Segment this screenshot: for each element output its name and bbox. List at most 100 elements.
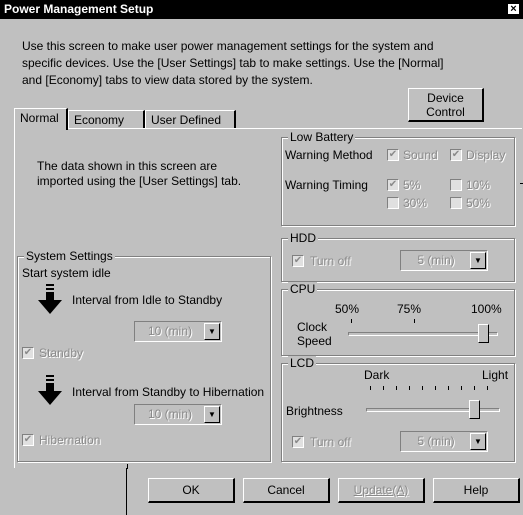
tab-normal-label: Normal xyxy=(20,111,59,125)
brightness-tick xyxy=(370,386,371,390)
ok-button[interactable]: OK xyxy=(148,478,235,503)
hdd-title: HDD xyxy=(288,231,318,245)
help-button[interactable]: Help xyxy=(433,478,520,503)
divider-line xyxy=(126,468,127,515)
update-button-label: Update(A) xyxy=(353,483,409,497)
sound-label: Sound xyxy=(403,148,438,162)
brightness-tick xyxy=(409,386,410,390)
tab-user-defined-label: User Defined xyxy=(151,113,222,127)
intro-line-1: Use this screen to make user power manag… xyxy=(22,39,434,53)
warning-timing-label: Warning Timing xyxy=(285,178,368,192)
timing-50-checkbox[interactable] xyxy=(450,197,462,209)
brightness-tick xyxy=(461,386,462,390)
standby-interval-dropdown[interactable]: 10 (min) ▼ xyxy=(134,321,222,342)
system-settings-group: System Settings Start system idle Interv… xyxy=(17,249,271,462)
display-label: Display xyxy=(466,148,506,162)
intro-line-3: and [Economy] tabs to view data stored b… xyxy=(22,73,313,87)
brightness-tick xyxy=(474,386,475,390)
brightness-ticks xyxy=(370,386,495,390)
timing-30-label: 30% xyxy=(403,196,428,210)
brightness-tick xyxy=(396,386,397,390)
info-text-line-1: The data shown in this screen are xyxy=(37,159,218,173)
chevron-down-icon[interactable]: ▼ xyxy=(470,433,486,450)
tab-normal[interactable]: Normal xyxy=(14,108,68,130)
chevron-down-icon[interactable]: ▼ xyxy=(204,406,220,423)
brightness-slider-thumb[interactable] xyxy=(469,400,480,419)
window-title: Power Management Setup xyxy=(4,2,154,16)
tab-economy-label: Economy xyxy=(74,113,125,127)
clock-speed-slider-thumb[interactable] xyxy=(478,324,489,343)
lcd-turn-off-checkbox[interactable]: ✔ xyxy=(292,436,304,448)
timing-5-checkbox[interactable]: ✔ xyxy=(387,179,399,191)
cpu-tick-50-label: 50% xyxy=(335,302,360,316)
clock-speed-label-1: Clock xyxy=(297,320,328,334)
timing-10-checkbox[interactable] xyxy=(450,179,462,191)
clock-speed-slider-track xyxy=(348,332,498,336)
lcd-light-label: Light xyxy=(482,368,509,382)
brightness-tick xyxy=(422,386,423,390)
cpu-tick-75-label: 75% xyxy=(397,302,422,316)
hibernation-interval-value: 10 (min) xyxy=(147,407,192,421)
sound-checkbox[interactable]: ✔ xyxy=(387,149,399,161)
hdd-interval-value: 5 (min) xyxy=(417,253,455,267)
lcd-turn-off-label: Turn off xyxy=(310,435,351,449)
arrow-down-icon xyxy=(38,284,62,314)
standby-to-hibernation-label: Interval from Standby to Hibernation xyxy=(72,385,265,399)
start-idle-label: Start system idle xyxy=(22,266,111,280)
arrow-down-icon xyxy=(38,375,62,405)
warning-method-label: Warning Method xyxy=(285,148,373,162)
timing-10-label: 10% xyxy=(466,178,491,192)
hibernation-label: Hibernation xyxy=(39,433,101,447)
system-settings-title: System Settings xyxy=(24,249,115,263)
device-control-button[interactable]: Device Control xyxy=(408,88,484,122)
brightness-tick xyxy=(383,386,384,390)
tab-economy[interactable]: Economy xyxy=(68,110,145,129)
update-button[interactable]: Update(A) xyxy=(338,478,425,503)
timing-30-checkbox[interactable] xyxy=(387,197,399,209)
tab-user-defined[interactable]: User Defined xyxy=(145,110,236,129)
device-control-label-2: Control xyxy=(426,105,465,119)
standby-checkbox[interactable]: ✔ xyxy=(22,347,34,359)
intro-line-2: specific devices. Use the [User Settings… xyxy=(22,56,444,70)
cpu-tick-100-label: 100% xyxy=(471,302,502,316)
cpu-group: CPU 50% 75% 100% Clock Speed xyxy=(281,282,515,356)
device-control-label-1: Device xyxy=(427,91,464,105)
info-text-line-2: imported using the [User Settings] tab. xyxy=(37,174,242,188)
power-management-window: Power Management Setup × Use this screen… xyxy=(0,0,523,515)
low-battery-group: Low Battery Warning Method ✔ Sound ✔ Dis… xyxy=(281,130,515,226)
cpu-title: CPU xyxy=(288,282,318,296)
title-bar: Power Management Setup × xyxy=(0,0,523,19)
hdd-turn-off-label: Turn off xyxy=(310,254,351,268)
normal-tab-panel: The data shown in this screen are import… xyxy=(14,128,523,469)
hdd-interval-dropdown[interactable]: 5 (min) ▼ xyxy=(400,250,488,271)
hibernation-checkbox[interactable]: ✔ xyxy=(22,434,34,446)
standby-label: Standby xyxy=(39,346,84,360)
standby-interval-value: 10 (min) xyxy=(147,324,192,338)
low-battery-title: Low Battery xyxy=(288,130,356,144)
brightness-tick xyxy=(435,386,436,390)
idle-to-standby-label: Interval from Idle to Standby xyxy=(72,293,223,307)
display-checkbox[interactable]: ✔ xyxy=(450,149,462,161)
timing-5-label: 5% xyxy=(403,178,421,192)
lcd-interval-value: 5 (min) xyxy=(417,434,455,448)
brightness-tick xyxy=(487,386,488,390)
chevron-down-icon[interactable]: ▼ xyxy=(204,323,220,340)
lcd-title: LCD xyxy=(288,356,317,370)
brightness-tick xyxy=(448,386,449,390)
hibernation-interval-dropdown[interactable]: 10 (min) ▼ xyxy=(134,404,222,425)
cpu-tick-75 xyxy=(414,319,415,323)
cancel-button[interactable]: Cancel xyxy=(243,478,330,503)
divider-line xyxy=(127,464,128,469)
hdd-turn-off-checkbox[interactable]: ✔ xyxy=(292,255,304,267)
intro-text: Use this screen to make user power manag… xyxy=(22,38,462,89)
chevron-down-icon[interactable]: ▼ xyxy=(470,252,486,269)
cpu-tick-50 xyxy=(351,319,352,323)
hdd-group: HDD ✔ Turn off 5 (min) ▼ xyxy=(281,231,515,282)
brightness-label: Brightness xyxy=(286,404,343,418)
timing-50-label: 50% xyxy=(466,196,491,210)
lcd-group: LCD Dark Light Brightness ✔ Turn off 5 (… xyxy=(281,356,515,462)
lcd-dark-label: Dark xyxy=(364,368,390,382)
lcd-interval-dropdown[interactable]: 5 (min) ▼ xyxy=(400,431,488,452)
clock-speed-label-2: Speed xyxy=(297,334,332,348)
close-icon[interactable]: × xyxy=(507,3,520,15)
